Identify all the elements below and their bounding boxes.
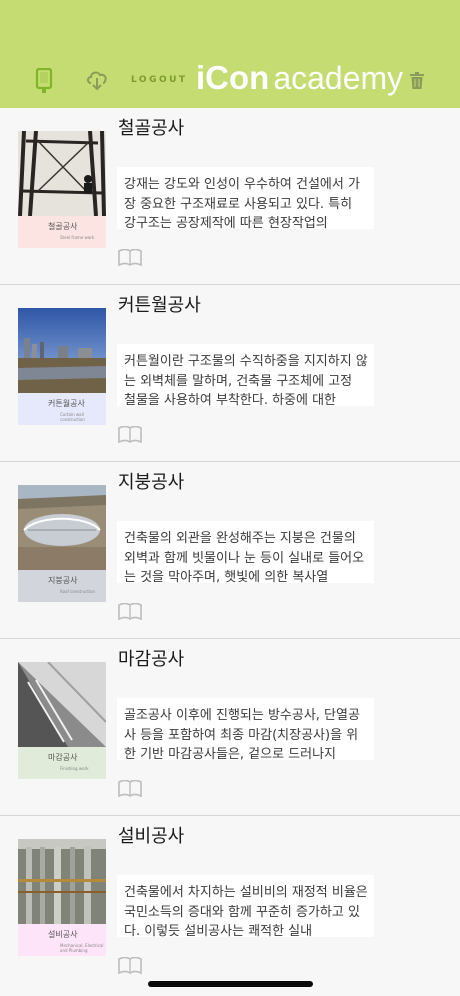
cover-subtitle: Steel frame work	[60, 235, 95, 240]
trash-icon[interactable]	[409, 72, 425, 94]
brand-name-bold: iCon	[196, 59, 270, 96]
cover-subtitle: Mechanical, Electrical and Plumbing	[60, 943, 104, 953]
cover-subtitle: Curtain wall construction	[60, 412, 85, 422]
course-title[interactable]: 지붕공사	[118, 468, 184, 494]
course-title[interactable]: 철골공사	[118, 114, 184, 140]
course-item[interactable]: 철골공사 Steel frame work 철골공사 강재는 강도와 인성이 우…	[0, 108, 460, 285]
cover-subtitle: Finishing work	[60, 766, 89, 771]
course-description: 커튼월이란 구조물의 수직하중을 지지하지 않는 외벽체를 말하며, 건축물 구…	[117, 344, 374, 406]
phone-icon[interactable]	[35, 67, 53, 98]
cover-title: 지붕공사	[48, 576, 78, 585]
course-cover-image[interactable]: 지붕공사 Roof construction	[18, 485, 106, 602]
cover-band: 마감공사 Finishing work	[18, 747, 106, 779]
cover-band: 지붕공사 Roof construction	[18, 570, 106, 602]
course-item[interactable]: 커튼월공사 Curtain wall construction 커튼월공사 커튼…	[0, 285, 460, 462]
book-icon[interactable]	[118, 248, 142, 270]
app-header: LOGOUT iCon academy	[0, 0, 460, 108]
book-icon[interactable]	[118, 956, 142, 978]
cloud-download-icon[interactable]	[85, 68, 109, 96]
brand-name-light: academy	[273, 60, 404, 96]
course-description: 강재는 강도와 인성이 우수하여 건설에서 가장 중요한 구조재료로 사용되고 …	[117, 167, 374, 229]
book-icon[interactable]	[118, 602, 142, 624]
course-item[interactable]: 설비공사 Mechanical, Electrical and Plumbing…	[0, 816, 460, 993]
cover-title: 설비공사	[48, 930, 78, 939]
home-indicator[interactable]	[148, 981, 313, 987]
logout-button[interactable]: LOGOUT	[131, 75, 188, 85]
course-title[interactable]: 설비공사	[118, 822, 184, 848]
course-item[interactable]: 지붕공사 Roof construction 지붕공사 건축물의 외관을 완성해…	[0, 462, 460, 639]
course-list: 철골공사 Steel frame work 철골공사 강재는 강도와 인성이 우…	[0, 108, 460, 993]
cover-band: 커튼월공사 Curtain wall construction	[18, 393, 106, 425]
course-cover-image[interactable]: 설비공사 Mechanical, Electrical and Plumbing	[18, 839, 106, 956]
cover-band: 철골공사 Steel frame work	[18, 216, 106, 248]
cover-title: 커튼월공사	[48, 399, 85, 408]
course-cover-image[interactable]: 철골공사 Steel frame work	[18, 131, 106, 248]
brand-logo: iCon academy	[196, 58, 403, 98]
book-icon[interactable]	[118, 425, 142, 447]
book-icon[interactable]	[118, 779, 142, 801]
course-cover-image[interactable]: 커튼월공사 Curtain wall construction	[18, 308, 106, 425]
cover-title: 마감공사	[48, 753, 78, 762]
course-description: 건축물에서 차지하는 설비비의 재정적 비율은 국민소득의 증대와 함께 꾸준히…	[117, 875, 374, 937]
cover-title: 철골공사	[48, 222, 78, 231]
course-item[interactable]: 마감공사 Finishing work 마감공사 골조공사 이후에 진행되는 방…	[0, 639, 460, 816]
course-cover-image[interactable]: 마감공사 Finishing work	[18, 662, 106, 779]
course-title[interactable]: 커튼월공사	[118, 291, 201, 317]
course-title[interactable]: 마감공사	[118, 645, 184, 671]
course-description: 골조공사 이후에 진행되는 방수공사, 단열공사 등을 포함하여 최종 마감(치…	[117, 698, 374, 760]
cover-subtitle: Roof construction	[60, 589, 96, 594]
course-description: 건축물의 외관을 완성해주는 지붕은 건물의 외벽과 함께 빗물이나 눈 등이 …	[117, 521, 374, 583]
cover-band: 설비공사 Mechanical, Electrical and Plumbing	[18, 924, 106, 956]
